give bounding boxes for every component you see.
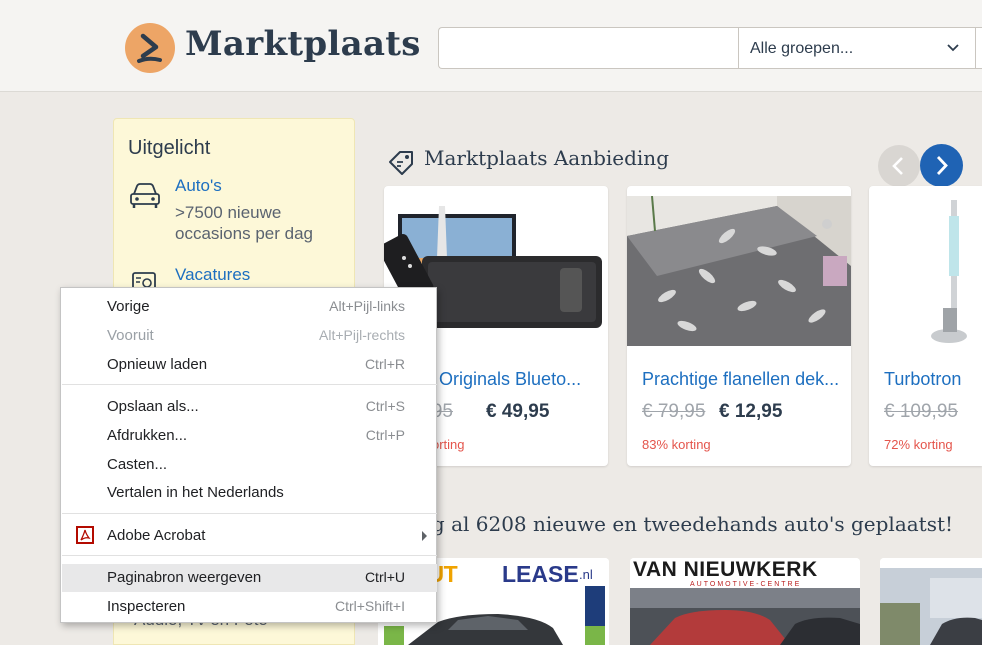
new-price: € 12,95 [719,401,783,422]
menu-item-label: Vertalen in het Nederlands [107,484,284,501]
dealer-subtitle: AUTOMOTIVE-CENTRE [690,581,802,588]
lease-suffix-text: .nl [579,567,593,582]
product-image[interactable] [869,196,982,346]
offer-title[interactable]: h Originals Blueto... [424,369,581,390]
carousel-prev-button[interactable] [878,145,920,187]
menu-item-label: Adobe Acrobat [107,527,206,544]
chevron-left-icon [892,157,903,175]
offer-card[interactable]: Prachtige flanellen dek... € 79,95 € 12,… [627,186,851,466]
menu-item-label: Paginabron weergeven [107,569,262,586]
menu-item-label: Casten... [107,456,168,473]
new-price: € 49,95 [486,401,550,422]
menu-item-label: Inspecteren [107,598,186,615]
menu-item-back[interactable]: Vorige Alt+Pijl-links [62,293,437,321]
menu-item-label: Vorige [107,298,150,315]
old-price: € 79,95 [642,401,706,422]
group-select-value: Alle groepen... [750,40,854,57]
menu-item-label: Opnieuw laden [107,356,208,373]
context-menu: Vorige Alt+Pijl-links Vooruit Alt+Pijl-r… [60,287,437,623]
offers-title: Marktplaats Aanbieding [424,146,669,170]
chevron-right-icon [936,156,948,175]
menu-item-translate[interactable]: Vertalen in het Nederlands [62,479,437,507]
product-image[interactable] [627,196,851,346]
logo-text[interactable]: Marktplaats [185,24,421,64]
menu-item-shortcut: Ctrl+R [364,356,405,372]
marktplaats-logo-icon[interactable] [125,23,175,73]
menu-item-save-as[interactable]: Opslaan als... Ctrl+S [62,393,437,421]
menu-item-shortcut: Ctrl+U [364,569,405,585]
discount-label: 83% korting [642,437,711,452]
discount-label: 72% korting [884,437,953,452]
sidebar-item-label[interactable]: Vacatures [175,265,250,285]
menu-item-label: Opslaan als... [107,398,199,415]
lease-brand-text-2: LEASE [502,561,579,587]
acrobat-icon [76,526,94,544]
old-price: € 109,95 [884,401,958,422]
offer-title[interactable]: Turbotron [884,369,961,390]
car-ad-card[interactable]: VAN NIEUWKERK AUTOMOTIVE-CENTRE [630,558,860,645]
dealer-name: VAN NIEUWKERK [633,558,818,581]
menu-item-inspect[interactable]: Inspecteren Ctrl+Shift+I [62,593,437,621]
sidebar-item-autos[interactable]: Auto's >7500 nieuwe occasions per dag [128,176,348,246]
menu-item-shortcut: Ctrl+S [365,398,405,414]
menu-item-forward[interactable]: Vooruit Alt+Pijl-rechts [62,322,437,350]
menu-item-shortcut: Ctrl+Shift+I [334,598,405,614]
menu-item-cast[interactable]: Casten... [62,451,437,479]
price-tag-icon [389,151,413,175]
group-select[interactable]: Alle groepen... [738,27,976,69]
menu-separator [62,384,437,385]
sidebar-item-description: >7500 nieuwe occasions per dag [175,203,313,243]
chevron-down-icon [947,44,959,52]
car-ad-card[interactable] [880,558,982,645]
menu-item-shortcut: Alt+Pijl-rechts [319,327,405,343]
sidebar-title: Uitgelicht [128,137,211,159]
sidebar-item-label[interactable]: Auto's [175,176,222,196]
carousel-next-button[interactable] [920,144,963,187]
menu-separator [62,555,437,556]
menu-separator [62,513,437,514]
offer-title[interactable]: Prachtige flanellen dek... [642,369,839,390]
menu-item-shortcut: Alt+Pijl-links [329,298,405,314]
menu-item-label: Afdrukken... [107,427,188,444]
menu-item-adobe-acrobat[interactable]: Adobe Acrobat [62,522,437,550]
menu-item-print[interactable]: Afdrukken... Ctrl+P [62,422,437,450]
offer-card[interactable]: Turbotron € 109,95 72% korting [869,186,982,466]
car-icon [130,183,160,208]
search-input[interactable] [438,27,738,69]
menu-item-label: Vooruit [107,327,154,344]
menu-item-reload[interactable]: Opnieuw laden Ctrl+R [62,351,437,379]
menu-item-view-source[interactable]: Paginabron weergeven Ctrl+U [62,564,437,592]
site-header: Marktplaats Alle groepen... [0,0,982,92]
cars-section-title: ag al 6208 nieuwe en tweedehands auto's … [420,512,954,536]
submenu-arrow-icon [422,531,427,541]
menu-item-shortcut: Ctrl+P [365,427,405,443]
search-button[interactable] [975,27,982,69]
